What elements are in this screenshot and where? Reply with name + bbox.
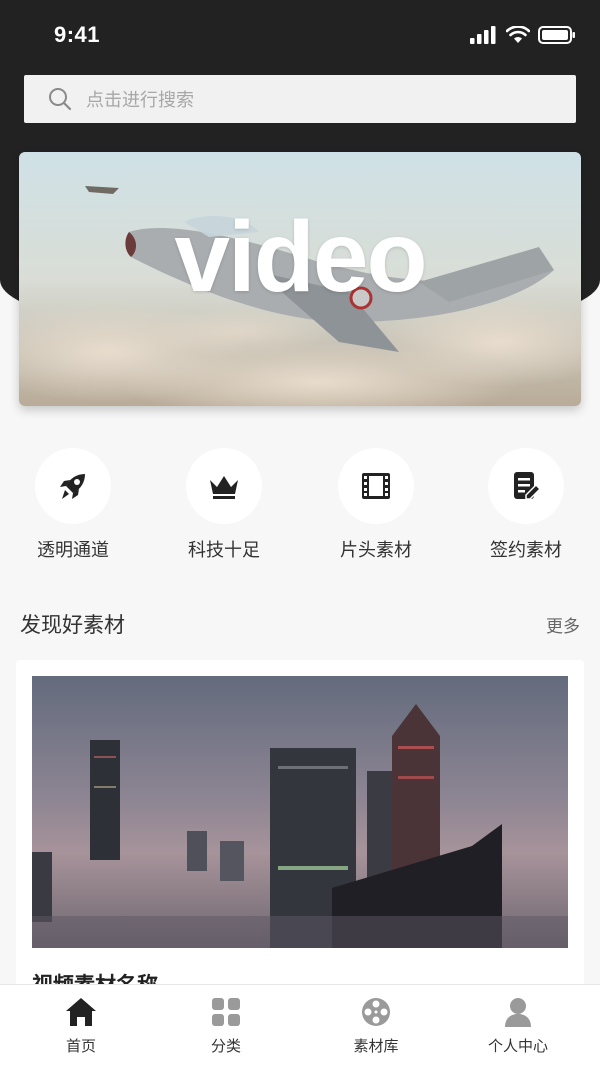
category-icon-circle: [338, 448, 414, 524]
grid-icon: [212, 998, 240, 1026]
section-title: 发现好素材: [20, 613, 125, 637]
search-input[interactable]: 点击进行搜索: [24, 75, 576, 123]
category-icon-circle: [488, 448, 564, 524]
category-item[interactable]: 透明通道: [13, 448, 133, 562]
tab-label: 首页: [65, 1037, 96, 1055]
category-item[interactable]: 科技十足: [164, 448, 284, 562]
category-item[interactable]: 签约素材: [466, 448, 586, 562]
tab-category[interactable]: 分类: [166, 995, 286, 1056]
document-edit-icon: [514, 472, 542, 500]
banner-title: video: [174, 201, 427, 313]
film-reel-icon: [362, 998, 390, 1026]
category-icon-circle: [35, 448, 111, 524]
category-item[interactable]: 片头素材: [316, 448, 436, 562]
status-icons: [470, 26, 576, 44]
status-time: 9:41: [54, 22, 101, 47]
tab-home[interactable]: 首页: [21, 995, 141, 1056]
material-card[interactable]: 视频素材名称: [16, 660, 584, 1040]
wifi-icon: [506, 26, 530, 43]
tab-label: 素材库: [353, 1037, 399, 1055]
category-label: 科技十足: [188, 540, 260, 561]
tab-label: 个人中心: [487, 1037, 548, 1055]
category-label: 片头素材: [340, 540, 412, 561]
search-placeholder: 点击进行搜索: [86, 90, 194, 111]
tab-profile[interactable]: 个人中心: [458, 995, 578, 1056]
tab-bar: 首页 分类 素材库 个人中心: [0, 984, 600, 1067]
tab-library[interactable]: 素材库: [316, 995, 436, 1056]
crown-icon: [210, 476, 238, 499]
status-bar: 9:41: [0, 0, 600, 70]
more-link[interactable]: 更多: [546, 612, 580, 637]
user-icon: [505, 998, 531, 1027]
rocket-icon: [60, 474, 85, 499]
home-icon: [66, 998, 96, 1026]
search-icon: [49, 88, 72, 111]
category-icon-circle: [186, 448, 262, 524]
battery-icon: [538, 26, 575, 44]
city-image: [32, 676, 568, 948]
category-label: 签约素材: [490, 540, 562, 561]
tab-label: 分类: [210, 1037, 241, 1055]
film-icon: [362, 473, 390, 499]
card-image: [32, 676, 568, 948]
category-row: 透明通道 科技十足 片头素材 签约素材: [0, 448, 600, 568]
category-label: 透明通道: [37, 540, 109, 561]
signal-icon: [470, 26, 496, 44]
